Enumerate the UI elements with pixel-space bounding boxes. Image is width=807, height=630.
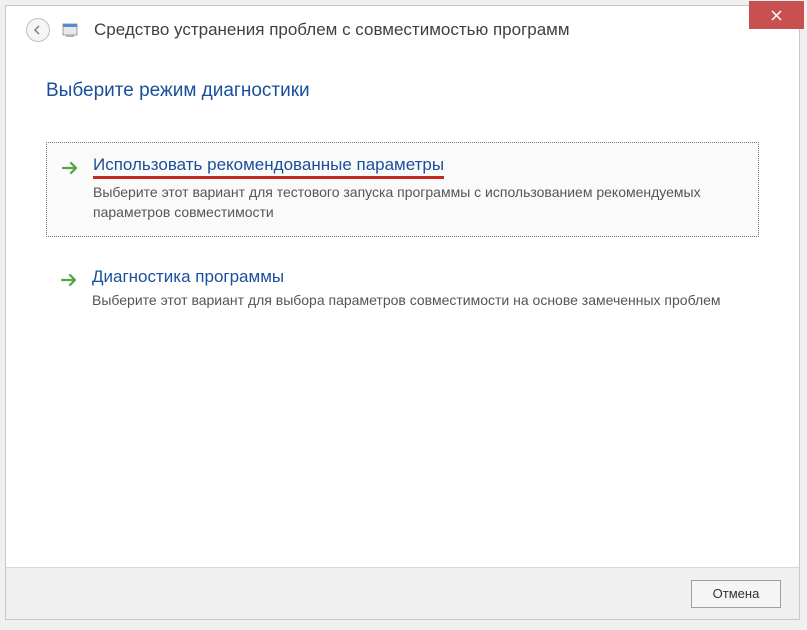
troubleshooter-icon <box>62 21 82 39</box>
option-description: Выберите этот вариант для выбора парамет… <box>92 291 745 311</box>
option-recommended[interactable]: Использовать рекомендованные параметры В… <box>46 142 759 237</box>
header: Средство устранения проблем с совместимо… <box>6 6 799 60</box>
section-heading: Выберите режим диагностики <box>46 80 759 102</box>
option-title: Диагностика программы <box>92 267 284 287</box>
arrow-right-icon <box>61 159 79 177</box>
cancel-button[interactable]: Отмена <box>691 580 781 608</box>
content-area: Выберите режим диагностики Использовать … <box>6 60 799 363</box>
option-body: Диагностика программы Выберите этот вари… <box>92 267 745 311</box>
arrow-left-icon <box>32 24 44 36</box>
option-body: Использовать рекомендованные параметры В… <box>93 155 744 222</box>
troubleshooter-window: Средство устранения проблем с совместимо… <box>5 5 800 620</box>
footer: Отмена <box>6 567 799 619</box>
back-button[interactable] <box>26 18 50 42</box>
close-button[interactable] <box>749 1 804 29</box>
close-icon <box>771 10 782 21</box>
window-title: Средство устранения проблем с совместимо… <box>94 20 570 40</box>
option-diagnose[interactable]: Диагностика программы Выберите этот вари… <box>46 255 759 325</box>
option-title: Использовать рекомендованные параметры <box>93 155 444 179</box>
arrow-right-icon <box>60 271 78 289</box>
option-description: Выберите этот вариант для тестового запу… <box>93 183 744 222</box>
